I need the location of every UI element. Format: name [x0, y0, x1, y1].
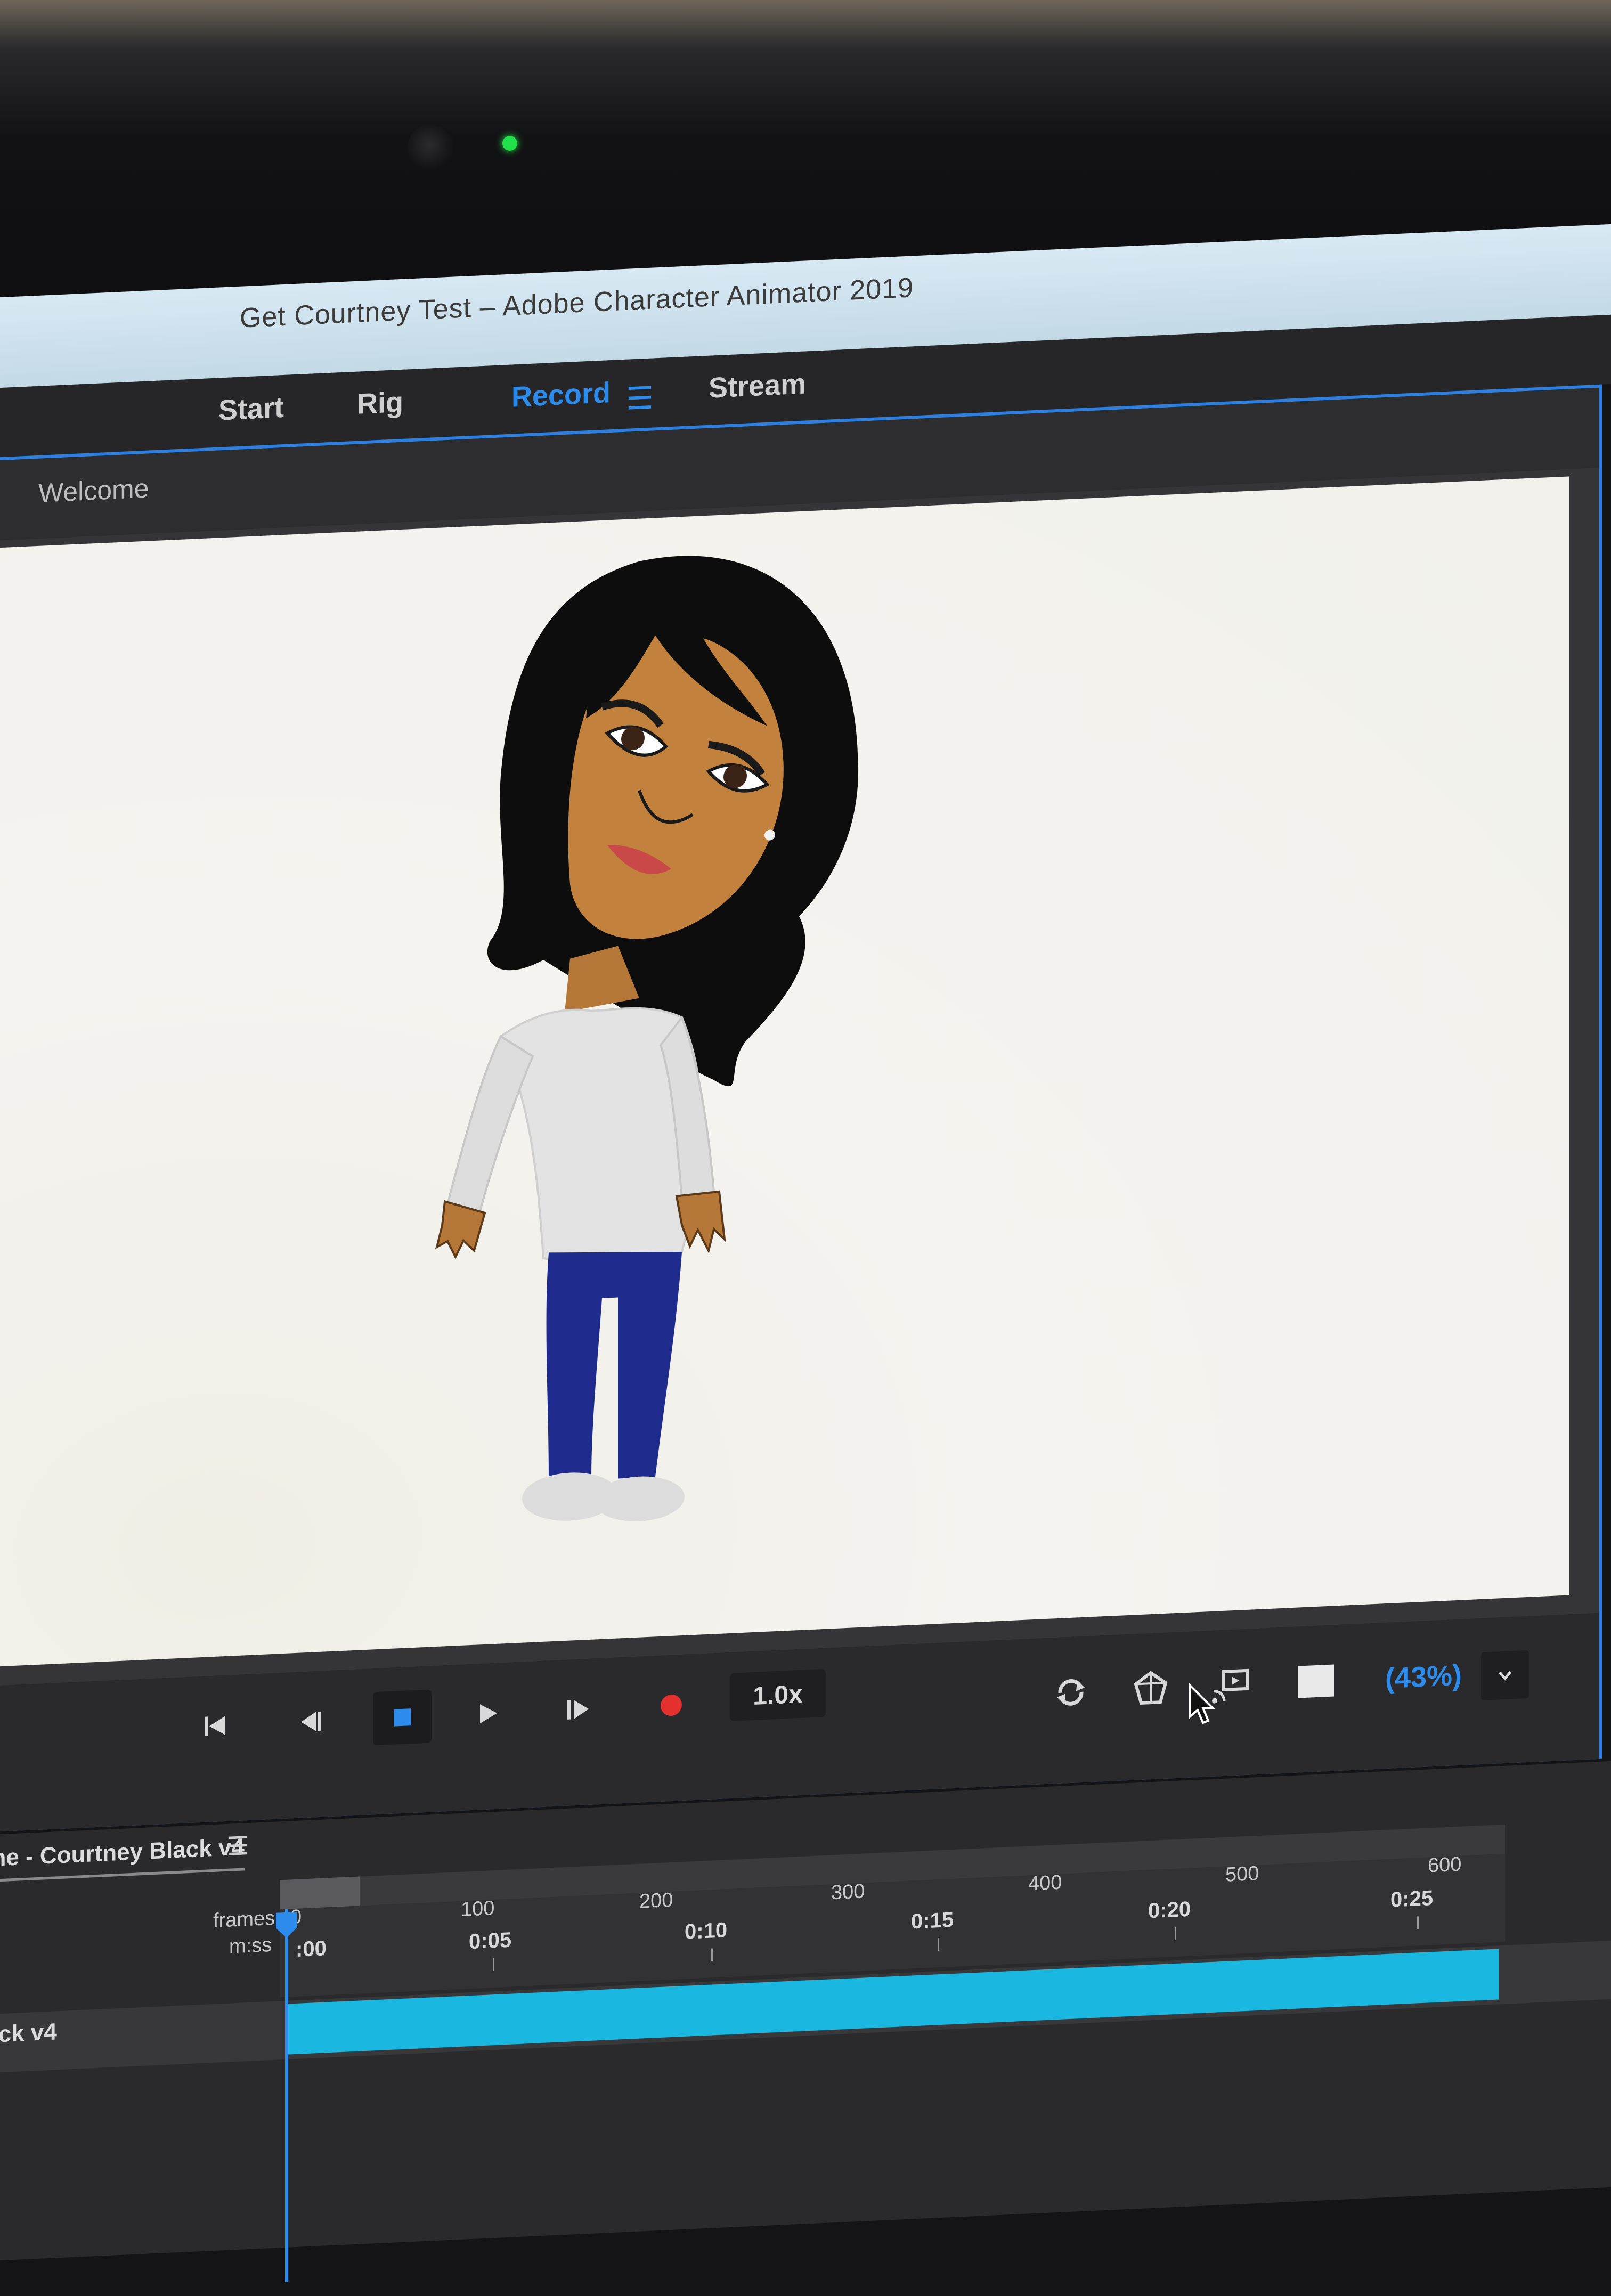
- refresh-icon[interactable]: [1049, 1670, 1092, 1715]
- tab-stream[interactable]: Stream: [709, 367, 806, 404]
- character-puppet[interactable]: [341, 520, 1087, 1619]
- record-button[interactable]: [642, 1677, 701, 1733]
- frames-label: frames: [213, 1907, 275, 1933]
- jeans: [546, 1252, 682, 1482]
- playback-speed[interactable]: 1.0x: [730, 1668, 826, 1721]
- go-to-start-icon: [205, 1715, 225, 1736]
- mesh-icon[interactable]: [1129, 1666, 1172, 1711]
- time-tick: 0:20: [1148, 1897, 1191, 1923]
- ruler-tick-mark: [1417, 1916, 1419, 1929]
- chevron-down-icon: [1499, 1671, 1511, 1681]
- play-button[interactable]: [458, 1686, 517, 1741]
- mouse-cursor-icon: [1189, 1683, 1215, 1724]
- app-screen: Get Courtney Test – Adobe Character Anim…: [0, 173, 1611, 2282]
- zoom-level[interactable]: (43%): [1385, 1659, 1462, 1696]
- stop-button[interactable]: [373, 1689, 432, 1746]
- workspace-menu-icon[interactable]: ☰: [626, 379, 654, 417]
- ruler-tick-mark: [1175, 1927, 1176, 1941]
- background-color-swatch[interactable]: [1295, 1659, 1337, 1704]
- ruler-tick-mark: [711, 1948, 713, 1961]
- step-back-button[interactable]: [282, 1693, 341, 1749]
- tab-welcome[interactable]: Welcome: [38, 473, 149, 508]
- zoom-dropdown[interactable]: [1481, 1650, 1529, 1700]
- webcam-lens: [408, 124, 455, 172]
- play-icon: [480, 1704, 497, 1724]
- frame-tick: 600: [1428, 1853, 1462, 1877]
- step-back-icon: [301, 1711, 321, 1731]
- time-tick: 0:10: [685, 1918, 728, 1944]
- ruler-tick-mark: [938, 1938, 939, 1951]
- left-arm: [446, 1035, 534, 1215]
- track-name[interactable]: lack v4: [0, 2018, 57, 2049]
- webcam-indicator-light: [502, 136, 517, 151]
- ruler-tick-mark: [493, 1958, 494, 1972]
- step-forward-icon: [567, 1700, 589, 1720]
- step-forward-button[interactable]: [549, 1681, 607, 1737]
- record-icon: [661, 1694, 682, 1716]
- frame-tick: 300: [831, 1880, 865, 1904]
- work-area-range[interactable]: [280, 1876, 360, 1910]
- frame-tick: 200: [639, 1888, 673, 1913]
- time-tick: 0:05: [469, 1928, 512, 1954]
- stop-icon: [394, 1708, 411, 1727]
- time-tick: :00: [296, 1936, 327, 1961]
- tab-rig[interactable]: Rig: [357, 386, 403, 421]
- tab-record[interactable]: Record: [511, 376, 611, 413]
- frame-tick: 500: [1225, 1862, 1259, 1886]
- go-to-start-button[interactable]: [186, 1698, 245, 1754]
- frame-tick: 400: [1028, 1871, 1062, 1895]
- playhead-line[interactable]: [285, 1909, 288, 2282]
- time-tick: 0:25: [1390, 1886, 1434, 1912]
- frame-tick: 100: [461, 1897, 495, 1921]
- tab-start[interactable]: Start: [218, 391, 284, 427]
- time-tick: 0:15: [911, 1908, 954, 1934]
- timeline-menu-icon[interactable]: ☰: [226, 1831, 249, 1862]
- time-format-label: m:ss: [229, 1934, 272, 1958]
